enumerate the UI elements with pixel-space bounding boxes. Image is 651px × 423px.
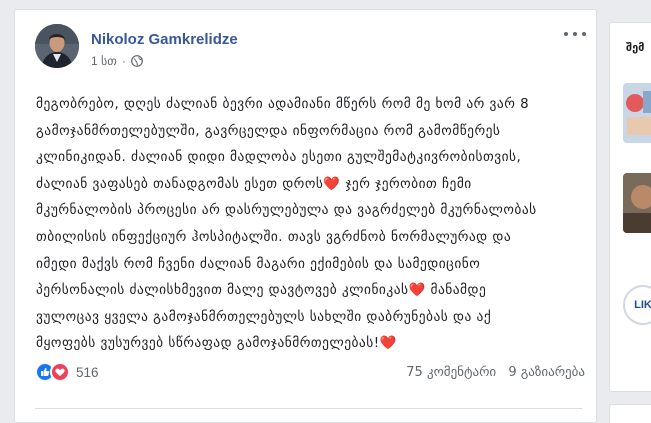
post-meta: 1 სთ · xyxy=(91,54,143,68)
post-text-line: გამოჯანმრთელებულში, გავრცელდა ინფორმაცია… xyxy=(36,123,501,139)
post-text-line: ძალიან ვაფასებ თანადგომას ესეთ დროს❤️ ჯე… xyxy=(36,172,584,199)
meta-separator: · xyxy=(121,54,126,68)
post-text-line: მკურნალობის პროცესი არ დასრულებულა და ვა… xyxy=(36,203,537,219)
post-text-segment: პერსონალის ძალისხმევით მალე დავტოვებ კლი… xyxy=(36,283,409,299)
post-text-line: მყოფებს ვუსურვებ სწრაფად გამოჯანმრთელება… xyxy=(36,331,584,358)
side-panel-header: შემ xyxy=(626,41,645,54)
dot-icon xyxy=(582,32,586,36)
footer-divider xyxy=(35,408,582,409)
shares-count[interactable]: 9 გაზიარება xyxy=(508,365,585,380)
thumbnail-image-icon xyxy=(623,83,651,143)
post-options-button[interactable] xyxy=(564,28,586,40)
heart-emoji-icon: ❤️ xyxy=(323,176,341,192)
post-footer: 516 75 კომენტარი 9 გაზიარება xyxy=(35,362,585,392)
post-text: მეგობრებო, დღეს ძალიან ბევრი ადამიანი მწ… xyxy=(36,92,584,358)
post-time[interactable]: 1 სთ xyxy=(91,54,117,68)
side-panel: შემ LIK xyxy=(609,22,651,392)
author-name[interactable]: Nikoloz Gamkrelidze xyxy=(91,31,238,48)
post-text-line: ვულოცავ ყველა გამოჯანმრთელებულს სახლში დ… xyxy=(36,309,492,325)
author-avatar[interactable] xyxy=(35,24,79,68)
heart-icon xyxy=(55,368,65,376)
globe-icon[interactable] xyxy=(130,55,143,67)
post-text-segment: ძალიან ვაფასებ თანადგომას ესეთ დროს xyxy=(36,176,324,192)
post-text-line: მეგობრებო, დღეს ძალიან ბევრი ადამიანი მწ… xyxy=(36,97,530,112)
heart-emoji-icon: ❤️ xyxy=(408,283,426,299)
post-text-line: კლინიკიდან. ძალიან დიდი მადლობა ესეთი გუ… xyxy=(36,150,522,166)
dot-icon xyxy=(573,32,577,36)
post-text-segment: მანამდე xyxy=(425,283,487,299)
reactions-summary[interactable]: 516 xyxy=(35,362,99,382)
heart-emoji-icon: ❤️ xyxy=(379,336,397,352)
side-panel-secondary xyxy=(609,404,651,423)
dot-icon xyxy=(564,32,568,36)
side-thumbnail[interactable] xyxy=(623,173,651,233)
post-stats: 75 კომენტარი 9 გაზიარება xyxy=(398,365,585,380)
post-text-segment: ჯერ ჯერობით ჩემი xyxy=(340,176,472,192)
post-text-segment: მყოფებს ვუსურვებ სწრაფად გამოჯანმრთელება… xyxy=(36,336,380,352)
post-text-line: იმედი მაქვს რომ ჩვენი ძალიან მაგარი ექიმ… xyxy=(36,256,481,272)
comments-count[interactable]: 75 კომენტარი xyxy=(406,365,496,380)
post-text-line: თბილისის ინფექციურ ჰოსპიტალში. თავს ვგრძ… xyxy=(36,229,512,245)
avatar-photo-icon xyxy=(35,24,79,68)
side-logo[interactable]: LIK xyxy=(623,285,651,325)
reaction-count[interactable]: 516 xyxy=(76,365,99,380)
thumbs-up-icon xyxy=(41,368,50,376)
post-card: Nikoloz Gamkrelidze 1 სთ · მეგობრებო, დღ… xyxy=(14,9,597,423)
love-icon xyxy=(50,362,70,382)
thumbnail-image-icon xyxy=(623,173,651,233)
post-text-line: პერსონალის ძალისხმევით მალე დავტოვებ კლი… xyxy=(36,278,584,305)
side-thumbnail[interactable] xyxy=(623,83,651,143)
